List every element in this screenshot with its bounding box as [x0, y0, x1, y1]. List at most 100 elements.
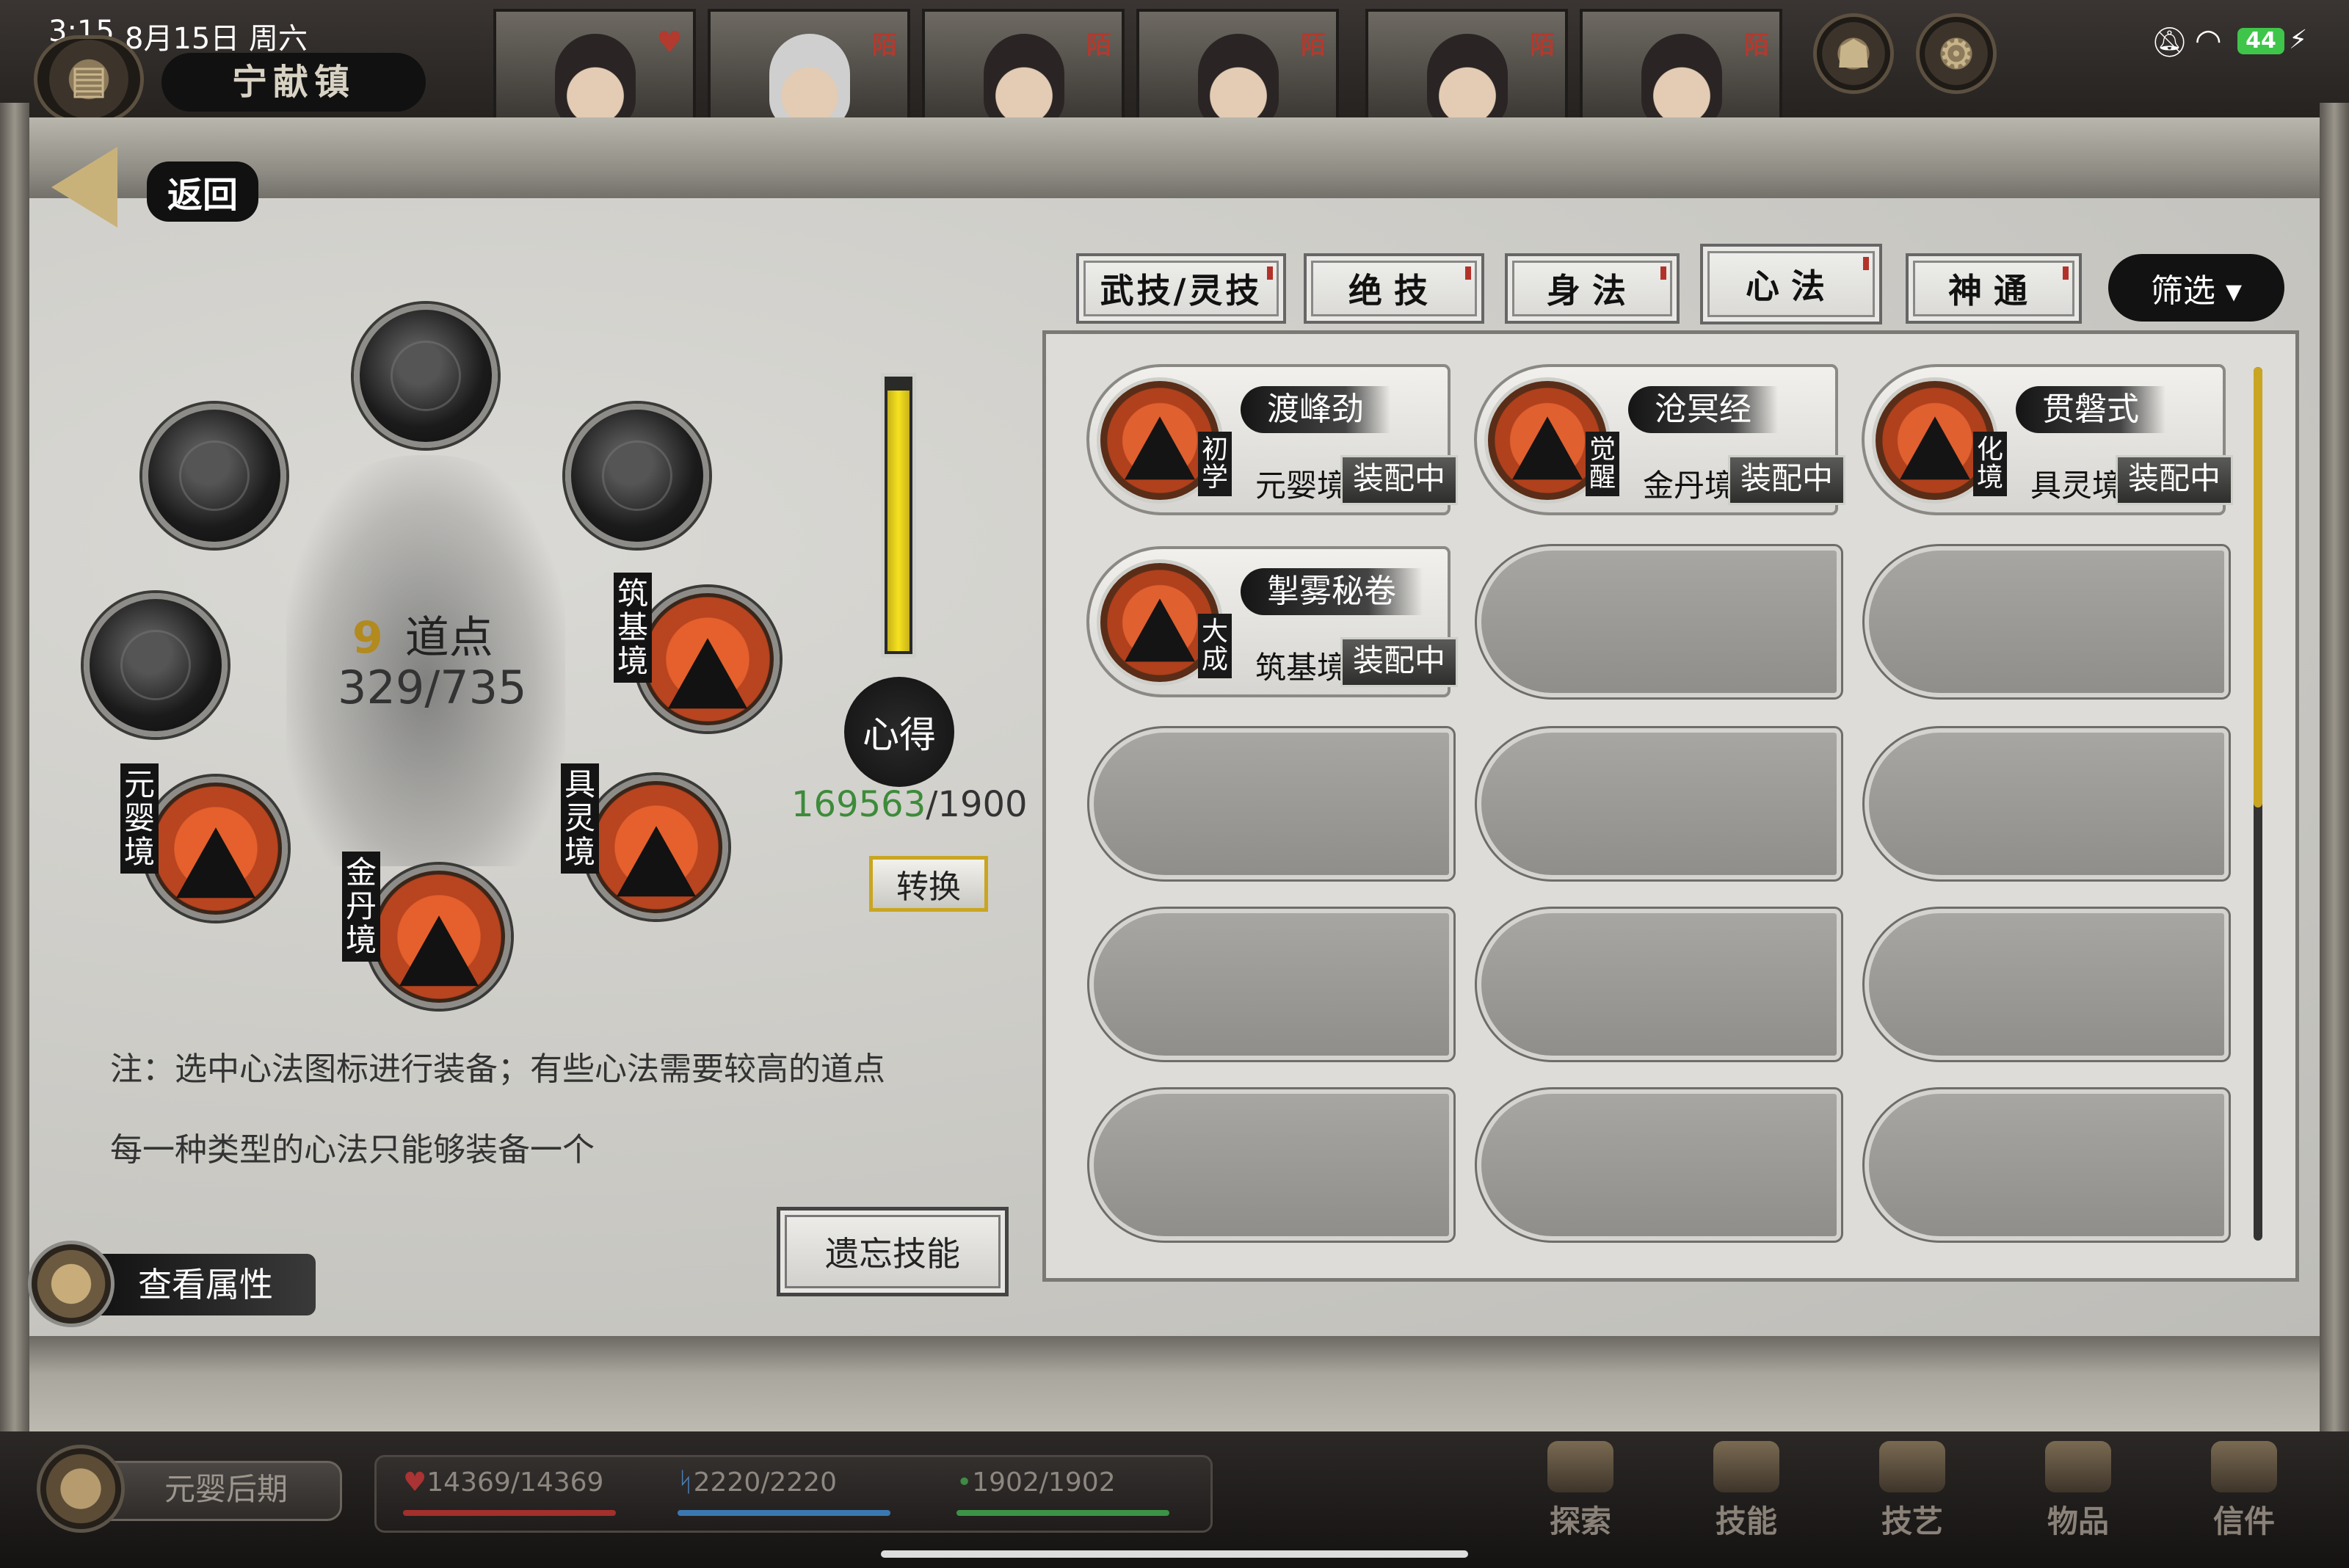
- location-label: 宁献镇: [161, 53, 426, 112]
- empty-skill-slot[interactable]: [1475, 726, 1843, 882]
- nav-label: 物品: [2047, 1503, 2109, 1539]
- skill-name: 贯磐式: [2016, 386, 2165, 433]
- empty-skill-slot[interactable]: [1862, 544, 2231, 700]
- home-indicator[interactable]: [881, 1550, 1468, 1558]
- back-button[interactable]: 返回: [44, 139, 264, 235]
- nav-label: 信件: [2212, 1503, 2275, 1539]
- portrait-face: [769, 34, 850, 117]
- empty-skill-slot[interactable]: [1475, 907, 1843, 1062]
- party-portrait-3[interactable]: 陌: [922, 9, 1125, 120]
- empty-skill-slot[interactable]: [1087, 726, 1456, 882]
- mp-bar: [678, 1510, 890, 1516]
- tab-mental-method[interactable]: 心法: [1700, 244, 1882, 324]
- scroll-rod-left: [0, 103, 29, 1446]
- skill-realm: 筑基境: [1255, 650, 1348, 686]
- filter-button[interactable]: 筛选 ▾: [2108, 254, 2284, 322]
- xinde-bar-fill: [887, 391, 910, 651]
- team-icon: ☗: [1835, 30, 1872, 77]
- note-line-2: 每一种类型的心法只能够装备一个: [110, 1131, 595, 1169]
- skill-name: 沧冥经: [1628, 386, 1778, 433]
- forget-skill-button[interactable]: 遗忘技能: [777, 1207, 1009, 1296]
- player-stats: ♥14369/14369 ᛋ2220/2220 •1902/1902: [374, 1455, 1213, 1533]
- tab-label: 心法: [1746, 266, 1837, 306]
- skill-card[interactable]: 觉醒 沧冥经 金丹境 装配中: [1474, 364, 1845, 515]
- portrait-face: [1427, 34, 1508, 117]
- tab-marker: [1863, 257, 1869, 270]
- locked-method-slot[interactable]: [142, 404, 286, 548]
- mute-icon: 🔕︎: [2151, 26, 2188, 59]
- method-slot-yuanying[interactable]: [144, 777, 288, 921]
- convert-button[interactable]: 转换: [869, 856, 988, 912]
- party-portrait-5[interactable]: 陌: [1365, 9, 1568, 120]
- nav-items[interactable]: 物品: [2023, 1439, 2133, 1542]
- tab-movement[interactable]: 身法: [1505, 253, 1680, 324]
- party-tag: 陌: [1086, 31, 1111, 60]
- empty-skill-slot[interactable]: [1087, 1087, 1456, 1243]
- method-silhouette-icon: [399, 915, 479, 987]
- map-scroll-button[interactable]: ▤: [34, 35, 144, 123]
- yin-yang-icon: [391, 341, 461, 411]
- yin-yang-icon: [179, 440, 250, 511]
- nav-explore[interactable]: 探索: [1525, 1439, 1635, 1542]
- empty-skill-slot[interactable]: [1862, 1087, 2231, 1243]
- skill-card[interactable]: 初学 渡峰劲 元婴境 装配中: [1086, 364, 1458, 515]
- crafts-icon: [1879, 1441, 1945, 1492]
- empty-skill-slot[interactable]: [1475, 1087, 1843, 1243]
- skill-silhouette-icon: [1125, 416, 1195, 480]
- view-attributes-button[interactable]: 查看属性: [28, 1241, 316, 1327]
- party-portrait-1[interactable]: ♥: [493, 9, 696, 120]
- method-silhouette-icon: [176, 827, 255, 899]
- character-avatar-icon: [28, 1241, 115, 1327]
- portrait-face: [984, 34, 1064, 117]
- locked-method-slot[interactable]: [565, 404, 709, 548]
- locked-method-slot[interactable]: [84, 593, 228, 737]
- heart-icon: ♥: [656, 25, 683, 59]
- tab-marker: [2063, 266, 2069, 280]
- skill-card[interactable]: 化境 贯磐式 具灵境 装配中: [1862, 364, 2233, 515]
- party-portrait-6[interactable]: 陌: [1580, 9, 1782, 120]
- equipped-badge: 装配中: [1340, 637, 1458, 687]
- player-avatar-icon: [37, 1445, 125, 1533]
- settings-button[interactable]: ⚙: [1916, 13, 1997, 94]
- hp-value: 14369/14369: [426, 1467, 604, 1498]
- gear-icon: ⚙: [1938, 30, 1975, 77]
- party-portrait-2[interactable]: 陌: [708, 9, 910, 120]
- tab-divine-power[interactable]: 神通: [1906, 253, 2082, 324]
- explore-icon: [1547, 1441, 1613, 1492]
- yin-yang-icon: [602, 440, 672, 511]
- empty-skill-slot[interactable]: [1862, 907, 2231, 1062]
- empty-skill-slot[interactable]: [1862, 726, 2231, 882]
- stamina-icon: •: [956, 1467, 973, 1498]
- empty-skill-slot[interactable]: [1475, 544, 1843, 700]
- mana-icon: ᛋ: [678, 1467, 694, 1498]
- player-realm: 元婴后期: [110, 1461, 342, 1521]
- nav-crafts[interactable]: 技艺: [1857, 1439, 1967, 1542]
- scroll-icon: ▤: [70, 56, 108, 103]
- slot-label: 筑基境: [614, 573, 652, 683]
- locked-method-slot[interactable]: [354, 304, 498, 448]
- hp-bar: [403, 1510, 616, 1516]
- tab-martial-skills[interactable]: 武技/灵技: [1076, 253, 1286, 324]
- skill-card[interactable]: 大成 掣雾秘卷 筑基境 装配中: [1086, 546, 1458, 697]
- tab-marker: [1267, 266, 1273, 280]
- items-icon: [2045, 1441, 2111, 1492]
- dao-points-count: 9: [352, 612, 383, 664]
- party-portrait-4[interactable]: 陌: [1136, 9, 1339, 120]
- grid-scrollbar[interactable]: [2254, 367, 2262, 1241]
- nav-skills[interactable]: 技能: [1691, 1439, 1801, 1542]
- note-line-1: 注：选中心法图标进行装备；有些心法需要较高的道点: [110, 1050, 885, 1088]
- slot-label: 具灵境: [561, 763, 599, 874]
- method-slot-jindan[interactable]: [367, 865, 511, 1009]
- empty-skill-slot[interactable]: [1087, 907, 1456, 1062]
- tab-ultimate[interactable]: 绝技: [1304, 253, 1484, 324]
- xinde-current: 169563: [791, 784, 926, 825]
- method-slot-juling[interactable]: [584, 775, 728, 919]
- player-realm-badge[interactable]: 元婴后期: [37, 1445, 342, 1533]
- team-button[interactable]: ☗: [1813, 13, 1894, 94]
- equipped-badge: 装配中: [1727, 455, 1845, 505]
- nav-mail[interactable]: 信件: [2189, 1439, 2299, 1542]
- grid-scrollbar-thumb[interactable]: [2254, 367, 2262, 807]
- equipped-badge: 装配中: [2115, 455, 2233, 505]
- method-slot-zhuji[interactable]: [636, 587, 780, 731]
- sp-value: 1902/1902: [972, 1467, 1116, 1498]
